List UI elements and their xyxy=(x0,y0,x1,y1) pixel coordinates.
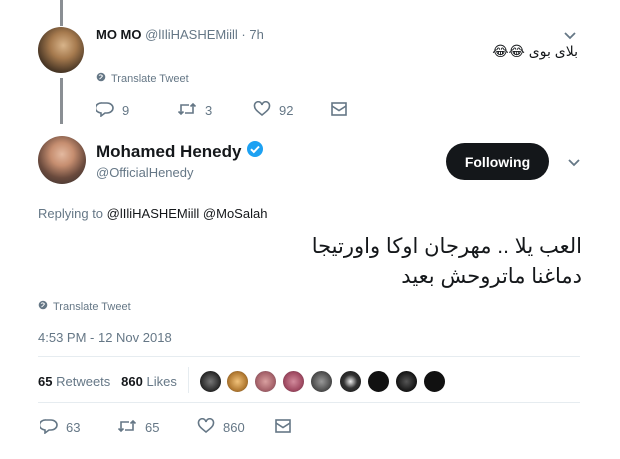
reply-time-separator: · xyxy=(241,27,246,42)
replying-to-prefix: Replying to xyxy=(38,206,104,221)
main-dm-button[interactable] xyxy=(274,418,292,437)
verified-badge-icon xyxy=(246,140,264,163)
main-retweet-button[interactable]: 65 xyxy=(117,418,159,437)
thread-line-middle xyxy=(60,78,63,124)
thread-line-top xyxy=(60,0,63,26)
dm-icon xyxy=(330,101,348,120)
reply-chevron-down-icon[interactable] xyxy=(562,27,578,43)
main-tweet-text-line2: دماغنا ماتروحش بعيد xyxy=(401,265,582,288)
main-handle[interactable]: @OfficialHenedy xyxy=(96,165,194,180)
heart-icon xyxy=(253,100,271,120)
reply-reply-count: 9 xyxy=(122,103,130,118)
reply-time[interactable]: 7h xyxy=(249,27,263,42)
main-retweet-count: 65 xyxy=(145,420,160,435)
avatar-henedy[interactable] xyxy=(38,136,86,184)
following-button[interactable]: Following xyxy=(446,143,549,180)
retweet-icon xyxy=(177,101,197,120)
divider-bottom xyxy=(38,402,580,403)
reply-tweet-text: بلاى بوى 😂😂 xyxy=(492,43,578,59)
reply-dm-button[interactable] xyxy=(330,101,348,120)
liker-avatar[interactable] xyxy=(367,370,390,393)
reply-display-name[interactable]: MO MO xyxy=(96,27,142,42)
reply-icon xyxy=(38,418,58,437)
main-translate-link[interactable]: Translate Tweet xyxy=(53,301,131,313)
liker-avatar[interactable] xyxy=(339,370,362,393)
likes-stat-label: Likes xyxy=(146,374,177,389)
liker-avatar[interactable] xyxy=(395,370,418,393)
reply-translate-link[interactable]: Translate Tweet xyxy=(111,73,189,85)
reply-handle[interactable]: @lIliHASHEMiill xyxy=(145,27,238,42)
globe-icon xyxy=(38,300,48,313)
main-reply-count: 63 xyxy=(66,420,81,435)
dm-icon xyxy=(274,418,292,437)
main-chevron-down-icon[interactable] xyxy=(566,154,582,170)
likes-stat-count: 860 xyxy=(121,374,143,389)
main-like-button[interactable]: 860 xyxy=(197,417,245,437)
reply-icon xyxy=(94,101,114,120)
liker-avatar[interactable] xyxy=(282,370,305,393)
main-reply-button[interactable]: 63 xyxy=(38,418,81,437)
liker-avatar[interactable] xyxy=(254,370,277,393)
main-timestamp[interactable]: 4:53 PM - 12 Nov 2018 xyxy=(38,330,172,345)
liker-avatar[interactable] xyxy=(199,370,222,393)
retweet-icon xyxy=(117,418,137,437)
replying-to-handles[interactable]: @lIliHASHEMiill @MoSalah xyxy=(107,206,268,221)
retweets-stat-count: 65 xyxy=(38,374,53,389)
avatar-momo[interactable] xyxy=(38,27,84,73)
likes-stat[interactable]: 860 Likes xyxy=(121,374,177,389)
reply-retweet-count: 3 xyxy=(205,103,213,118)
globe-icon xyxy=(96,72,106,85)
liker-avatar[interactable] xyxy=(226,370,249,393)
reply-retweet-button[interactable]: 3 xyxy=(177,101,212,120)
main-display-name[interactable]: Mohamed Henedy xyxy=(96,142,241,162)
retweets-stat-label: Retweets xyxy=(56,374,111,389)
divider-top xyxy=(38,356,580,357)
retweets-stat[interactable]: 65 Retweets xyxy=(38,374,114,389)
reply-like-count: 92 xyxy=(279,103,294,118)
heart-icon xyxy=(197,417,215,437)
reply-like-button[interactable]: 92 xyxy=(253,100,294,120)
reply-reply-button[interactable]: 9 xyxy=(94,101,130,120)
liker-avatar[interactable] xyxy=(423,370,446,393)
main-like-count: 860 xyxy=(223,420,245,435)
stats-separator xyxy=(188,367,189,393)
main-tweet-text-line1: العب يلا .. مهرجان اوكا واورتيجا xyxy=(311,235,582,258)
liker-avatar[interactable] xyxy=(310,370,333,393)
